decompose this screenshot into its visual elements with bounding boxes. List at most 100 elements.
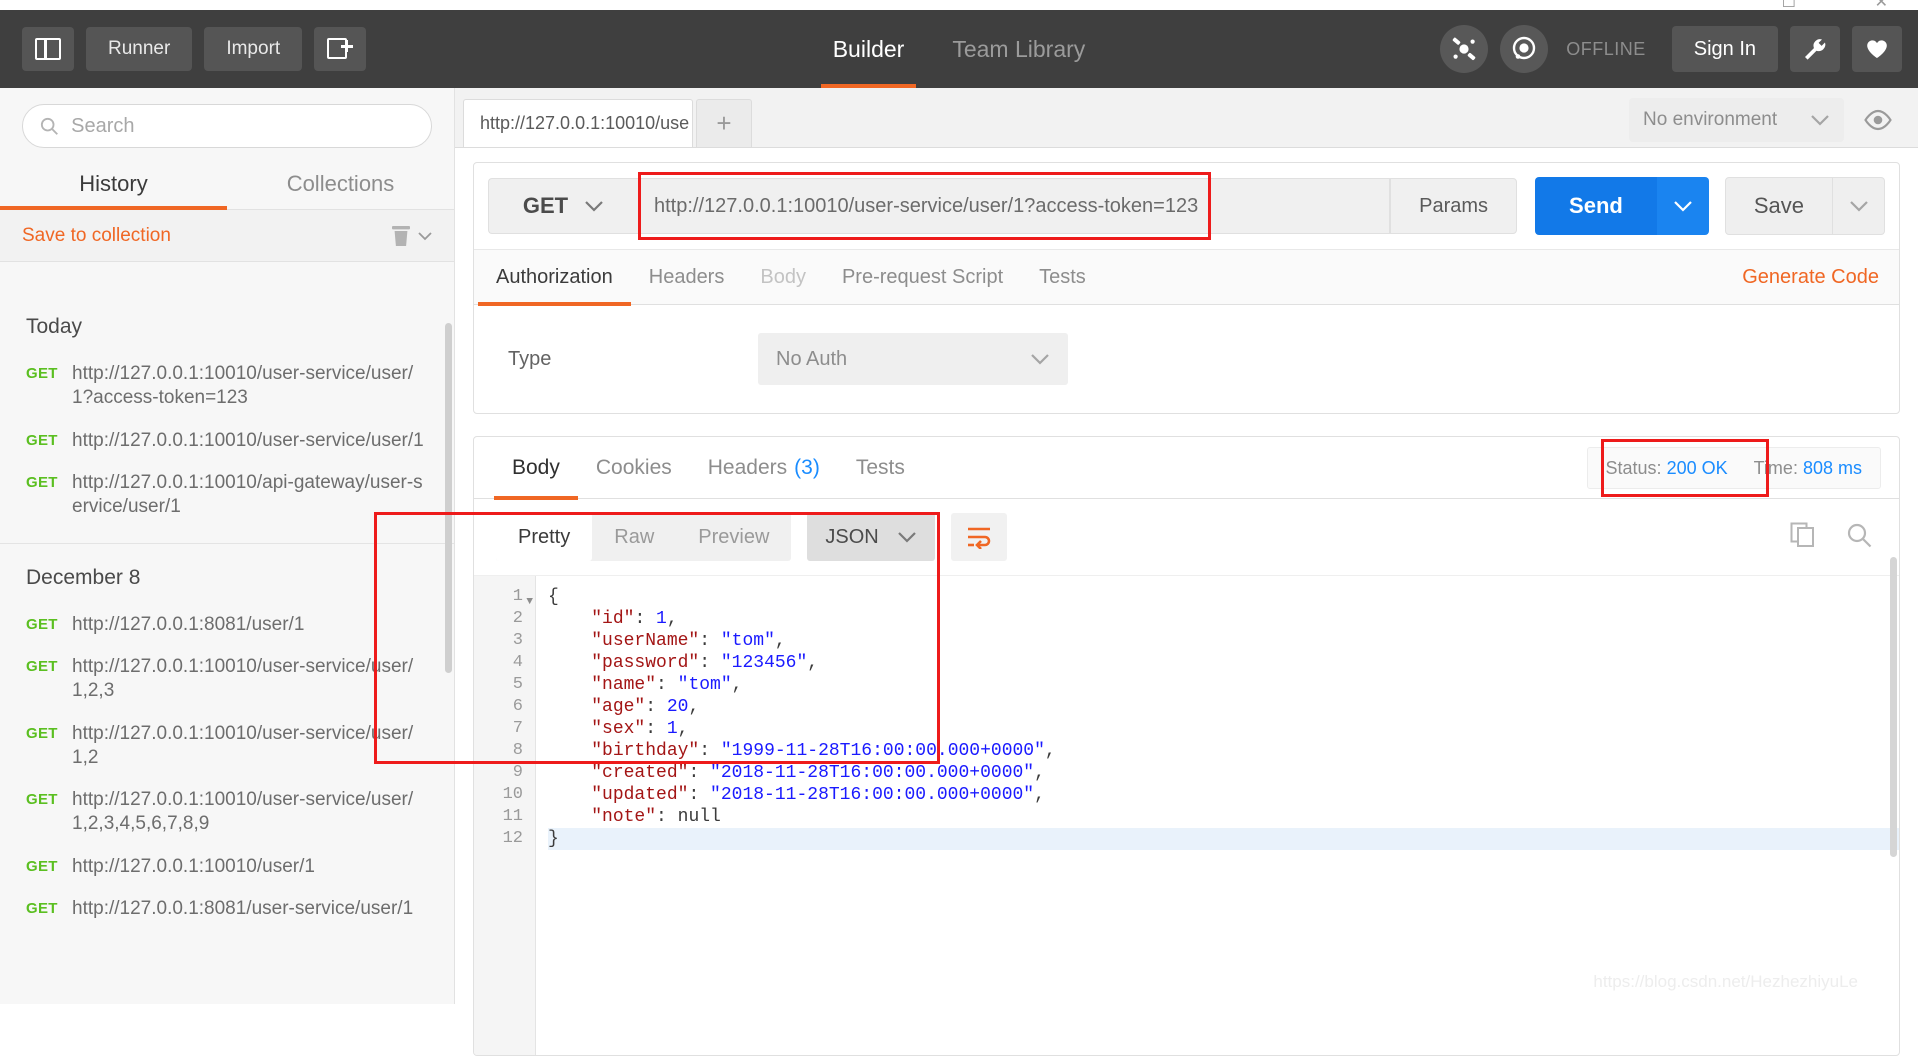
history-group-title: December 8 bbox=[0, 544, 454, 604]
environment-quick-look-button[interactable] bbox=[1854, 98, 1902, 142]
request-url-label: http://127.0.0.1:10010/user-service/user… bbox=[72, 655, 424, 704]
time-value: 808 ms bbox=[1803, 458, 1862, 478]
wrench-icon[interactable] bbox=[1790, 26, 1840, 72]
new-request-button[interactable] bbox=[314, 27, 366, 71]
request-url-row: GET Params Send Save bbox=[474, 163, 1899, 249]
code-line: "sex": 1, bbox=[548, 718, 1899, 740]
app-toolbar: Runner Import Builder Team Library bbox=[0, 10, 1918, 88]
runner-button[interactable]: Runner bbox=[86, 27, 192, 71]
history-item[interactable]: GET http://127.0.0.1:10010/user-service/… bbox=[0, 646, 454, 713]
sidebar-tab-history[interactable]: History bbox=[0, 158, 227, 209]
response-card: Body Cookies Headers (3) Tests Status: 2… bbox=[473, 436, 1900, 1056]
response-tab-body[interactable]: Body bbox=[494, 437, 578, 499]
history-item[interactable]: GET http://127.0.0.1:8081/user-service/u… bbox=[0, 888, 454, 930]
request-url-label: http://127.0.0.1:10010/user-service/user… bbox=[72, 429, 424, 453]
auth-type-select[interactable]: No Auth bbox=[758, 333, 1068, 385]
search-input[interactable] bbox=[71, 115, 415, 138]
response-format-value: JSON bbox=[825, 526, 878, 549]
sidebar-toggle-button[interactable] bbox=[22, 27, 74, 71]
request-method-badge: GET bbox=[26, 362, 72, 382]
sidebar: History Collections Save to collection T… bbox=[0, 88, 455, 1004]
tab-headers[interactable]: Headers bbox=[631, 249, 743, 305]
heart-icon[interactable] bbox=[1852, 26, 1902, 72]
response-tab-headers-label: Headers bbox=[708, 456, 787, 480]
code-line: "id": 1, bbox=[548, 608, 1899, 630]
history-item[interactable]: GET http://127.0.0.1:10010/user-service/… bbox=[0, 713, 454, 780]
eye-icon bbox=[1863, 109, 1893, 131]
copy-icon[interactable] bbox=[1789, 521, 1817, 554]
tab-builder[interactable]: Builder bbox=[829, 10, 909, 88]
request-method-badge: GET bbox=[26, 613, 72, 633]
request-builder-card: GET Params Send Save bbox=[473, 162, 1900, 414]
params-button[interactable]: Params bbox=[1390, 178, 1517, 234]
add-request-tab-button[interactable]: + bbox=[696, 99, 752, 147]
send-options-button[interactable] bbox=[1657, 177, 1709, 235]
generate-code-link[interactable]: Generate Code bbox=[1742, 266, 1879, 289]
request-method-badge: GET bbox=[26, 429, 72, 449]
search-icon[interactable] bbox=[1845, 521, 1873, 554]
history-list[interactable]: Today GET http://127.0.0.1:10010/user-se… bbox=[0, 293, 454, 1004]
request-url-input[interactable] bbox=[638, 178, 1390, 234]
response-section-tabs: Body Cookies Headers (3) Tests Status: 2… bbox=[474, 437, 1899, 499]
response-scrollbar[interactable] bbox=[1890, 557, 1897, 857]
code-line: "userName": "tom", bbox=[548, 630, 1899, 652]
code-line: "note": null bbox=[548, 806, 1899, 828]
response-format-select[interactable]: JSON bbox=[807, 513, 934, 561]
code-line: "created": "2018-11-28T16:00:00.000+0000… bbox=[548, 762, 1899, 784]
sidebar-tabs: History Collections bbox=[0, 158, 454, 210]
response-tab-tests[interactable]: Tests bbox=[838, 437, 923, 499]
history-item[interactable]: GET http://127.0.0.1:10010/user/1 bbox=[0, 846, 454, 888]
tab-team-library[interactable]: Team Library bbox=[948, 10, 1089, 88]
tab-tests[interactable]: Tests bbox=[1021, 249, 1104, 305]
tab-body[interactable]: Body bbox=[742, 249, 824, 305]
response-body-viewer[interactable]: 1▼ 2 3 4 5 6 7 8 9 10 11 12 { "id": 1, "… bbox=[474, 575, 1899, 1055]
request-url-label: http://127.0.0.1:10010/user-service/user… bbox=[72, 362, 424, 411]
response-meta: Status: 200 OK Time: 808 ms bbox=[1587, 447, 1881, 489]
app-toolbar-left: Runner Import bbox=[0, 27, 366, 71]
request-url-label: http://127.0.0.1:10010/api-gateway/user-… bbox=[72, 471, 424, 520]
send-button[interactable]: Send bbox=[1535, 177, 1657, 235]
auth-type-label: Type bbox=[508, 348, 758, 371]
rocket-icon[interactable] bbox=[1440, 25, 1488, 73]
request-section-tabs: Authorization Headers Body Pre-request S… bbox=[474, 249, 1899, 305]
sidebar-scrollbar[interactable] bbox=[445, 323, 452, 673]
sidebar-tab-collections[interactable]: Collections bbox=[227, 158, 454, 209]
code-gutter: 1▼ 2 3 4 5 6 7 8 9 10 11 12 bbox=[474, 576, 536, 1055]
history-item[interactable]: GET http://127.0.0.1:10010/user-service/… bbox=[0, 353, 454, 420]
history-item[interactable]: GET http://127.0.0.1:8081/user/1 bbox=[0, 604, 454, 646]
http-method-select[interactable]: GET bbox=[488, 178, 638, 234]
view-mode-pretty[interactable]: Pretty bbox=[496, 513, 592, 561]
line-number: 6 bbox=[474, 696, 535, 718]
sync-status-label: OFFLINE bbox=[1566, 39, 1646, 60]
search-box[interactable] bbox=[22, 104, 432, 148]
sign-in-button[interactable]: Sign In bbox=[1672, 26, 1778, 72]
chevron-down-icon bbox=[897, 531, 917, 544]
history-item[interactable]: GET http://127.0.0.1:10010/user-service/… bbox=[0, 420, 454, 462]
code-line: "updated": "2018-11-28T16:00:00.000+0000… bbox=[548, 784, 1899, 806]
save-to-collection-link[interactable]: Save to collection bbox=[22, 225, 171, 247]
request-method-badge: GET bbox=[26, 897, 72, 917]
chevron-down-icon bbox=[1810, 114, 1830, 127]
line-number: 9 bbox=[474, 762, 535, 784]
save-request-button[interactable]: Save bbox=[1725, 177, 1833, 235]
clear-history-button[interactable] bbox=[390, 224, 432, 248]
history-item[interactable]: GET http://127.0.0.1:10010/user-service/… bbox=[0, 779, 454, 846]
tab-pre-request-script[interactable]: Pre-request Script bbox=[824, 249, 1021, 305]
request-tab[interactable]: http://127.0.0.1:10010/use bbox=[463, 99, 693, 147]
save-options-button[interactable] bbox=[1833, 177, 1885, 235]
word-wrap-button[interactable] bbox=[951, 513, 1007, 561]
window-chrome-strip: ☐ ✕ bbox=[0, 0, 1918, 10]
line-number: 7 bbox=[474, 718, 535, 740]
view-mode-raw[interactable]: Raw bbox=[592, 513, 676, 561]
import-button[interactable]: Import bbox=[204, 27, 302, 71]
orbit-icon[interactable] bbox=[1500, 25, 1548, 73]
app-toolbar-right: OFFLINE Sign In bbox=[1440, 10, 1902, 88]
environment-select[interactable]: No environment bbox=[1629, 98, 1844, 142]
tab-authorization[interactable]: Authorization bbox=[478, 249, 631, 305]
history-item[interactable]: GET http://127.0.0.1:10010/api-gateway/u… bbox=[0, 462, 454, 529]
line-number: 2 bbox=[474, 608, 535, 630]
response-tab-cookies[interactable]: Cookies bbox=[578, 437, 690, 499]
view-mode-preview[interactable]: Preview bbox=[676, 513, 791, 561]
line-number: 3 bbox=[474, 630, 535, 652]
response-tab-headers[interactable]: Headers (3) bbox=[690, 437, 838, 499]
